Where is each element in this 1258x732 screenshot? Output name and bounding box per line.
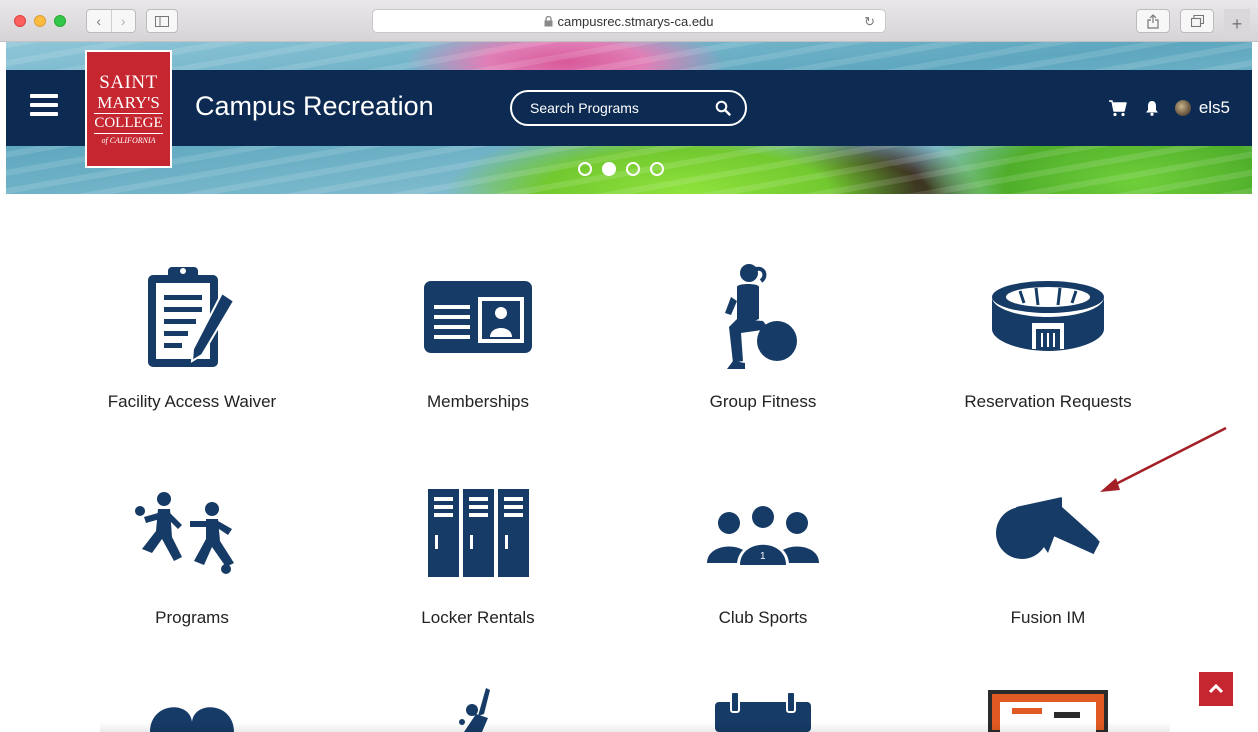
back-button[interactable]: ‹ <box>87 10 111 32</box>
bell-icon[interactable] <box>1145 100 1159 116</box>
tile-locker-rentals[interactable]: Locker Rentals <box>358 478 598 628</box>
tabs-icon <box>1190 15 1204 27</box>
fitness-ball-icon <box>698 262 828 372</box>
tile-label: Club Sports <box>718 608 808 627</box>
tile-label: Facility Access Waiver <box>107 392 277 411</box>
search-icon[interactable] <box>715 100 731 116</box>
scroll-to-top-button[interactable] <box>1199 672 1233 706</box>
forward-button[interactable]: › <box>110 10 136 32</box>
tile-facility-access-waiver[interactable]: Facility Access Waiver <box>72 262 312 412</box>
search-form <box>510 90 747 126</box>
tile-programs[interactable]: Programs <box>72 478 312 628</box>
college-logo[interactable]: SAINT MARY'S COLLEGE of CALIFORNIA <box>85 50 172 168</box>
tile-memberships[interactable]: Memberships <box>358 262 598 412</box>
tile-label: Reservation Requests <box>964 392 1132 411</box>
show-tabs-button[interactable] <box>1180 9 1214 33</box>
site-title[interactable]: Campus Recreation <box>195 91 434 122</box>
url-text: campusrec.stmarys-ca.edu <box>557 13 714 29</box>
team-icon: 1 <box>698 478 828 588</box>
share-button[interactable] <box>1136 9 1170 33</box>
username[interactable]: els5 <box>1199 98 1230 118</box>
minimize-window-button[interactable] <box>34 15 46 27</box>
id-card-icon <box>413 262 543 372</box>
user-nav: els5 <box>1108 98 1230 118</box>
tile-fusion-im[interactable]: Fusion IM <box>928 478 1168 628</box>
zoom-window-button[interactable] <box>54 15 66 27</box>
site-header: Campus Recreation els5 <box>6 70 1252 146</box>
carousel-dot-active[interactable] <box>602 162 616 176</box>
stadium-icon <box>983 262 1113 372</box>
soccer-players-icon <box>127 478 257 588</box>
clipboard-pen-icon <box>127 262 257 372</box>
logo-text-line: SAINT <box>99 72 158 93</box>
tile-label: Programs <box>155 608 229 627</box>
carousel-dot[interactable] <box>626 162 640 176</box>
tile-label: Fusion IM <box>1010 608 1086 627</box>
share-icon <box>1147 13 1159 29</box>
svg-text:1: 1 <box>760 551 766 562</box>
chevron-right-icon: › <box>120 13 126 29</box>
logo-text-line: MARY'S <box>97 93 160 112</box>
close-window-button[interactable] <box>14 15 26 27</box>
chevron-up-icon <box>1209 684 1223 694</box>
tile-label: Locker Rentals <box>421 608 535 627</box>
content-shadow <box>100 722 1170 732</box>
tile-club-sports[interactable]: 1 Club Sports <box>643 478 883 628</box>
lockers-icon <box>413 478 543 588</box>
annotation-arrow <box>1100 426 1227 492</box>
tile-label: Group Fitness <box>709 392 817 411</box>
search-input[interactable] <box>530 100 715 116</box>
plus-icon: + <box>1231 13 1243 34</box>
sidebar-icon <box>155 15 169 27</box>
logo-text-line: of CALIFORNIA <box>101 136 156 145</box>
sidebar-toggle-button[interactable] <box>146 9 178 33</box>
address-bar[interactable]: campusrec.stmarys-ca.edu ↻ <box>372 9 886 33</box>
tile-reservation-requests[interactable]: Reservation Requests <box>928 262 1168 412</box>
chevron-left-icon: ‹ <box>96 13 102 29</box>
history-nav: ‹ › <box>86 9 136 33</box>
tile-label: Memberships <box>426 392 530 411</box>
hero-banner: Campus Recreation els5 SAINT MARY'S COLL… <box>6 42 1252 194</box>
carousel-dot[interactable] <box>578 162 592 176</box>
hamburger-menu-icon[interactable] <box>30 94 58 116</box>
new-tab-button[interactable]: + <box>1224 9 1250 39</box>
cart-icon[interactable] <box>1108 99 1127 117</box>
browser-toolbar: ‹ › campusrec.stmarys-ca.edu ↻ + <box>0 0 1258 42</box>
carousel-indicators <box>578 162 664 176</box>
reload-icon[interactable]: ↻ <box>864 14 875 30</box>
logo-text-line: COLLEGE <box>94 113 163 134</box>
tile-group-fitness[interactable]: Group Fitness <box>643 262 883 412</box>
lock-icon <box>544 15 553 27</box>
carousel-dot[interactable] <box>650 162 664 176</box>
avatar[interactable] <box>1174 100 1191 116</box>
